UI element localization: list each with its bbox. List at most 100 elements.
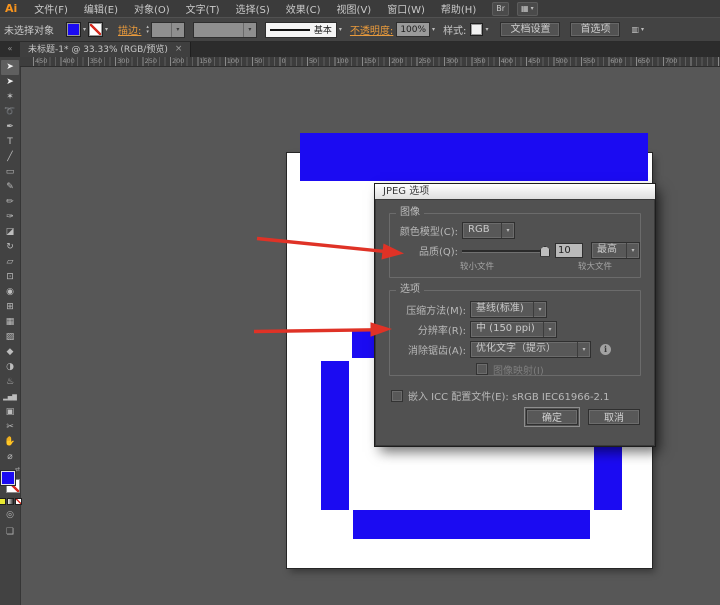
resolution-row: 分辨率(R): 中 (150 ppi) ▾ [390, 319, 640, 339]
type-tool[interactable]: T [1, 135, 19, 150]
blob-brush-tool[interactable]: ✑ [1, 210, 19, 225]
pen-tool[interactable]: ✒ [1, 120, 19, 135]
slider-thumb[interactable] [540, 246, 550, 257]
artboard-tool[interactable]: ▣ [1, 405, 19, 420]
quality-slider[interactable] [462, 243, 550, 258]
stroke-weight-stepper[interactable]: ▴▾ [146, 25, 149, 35]
panel-collapse-icon[interactable]: « [0, 40, 20, 57]
chevron-down-icon[interactable]: ▾ [543, 322, 556, 337]
chevron-down-icon: ▾ [531, 5, 534, 12]
line-segment-tool[interactable]: ╱ [1, 150, 19, 165]
menu-object[interactable]: 对象(O) [126, 1, 178, 16]
chevron-down-icon[interactable]: ▾ [430, 26, 437, 33]
fill-swatch-blue[interactable] [1, 471, 15, 485]
menu-window[interactable]: 窗口(W) [379, 1, 433, 16]
menu-type[interactable]: 文字(T) [178, 1, 228, 16]
chevron-down-icon[interactable]: ▾ [337, 26, 344, 33]
imagemap-checkbox[interactable] [476, 363, 488, 375]
chevron-down-icon[interactable]: ▾ [171, 23, 184, 37]
direct-selection-tool[interactable]: ➤ [1, 75, 19, 90]
info-icon[interactable]: i [600, 344, 611, 355]
stroke-color-swatch[interactable] [88, 22, 103, 37]
stroke-weight-label[interactable]: 描边: [118, 22, 141, 37]
lasso-tool[interactable]: ➰ [1, 105, 19, 120]
selection-tool[interactable]: ➤ [1, 60, 19, 75]
workspace-switcher-icon[interactable]: ▦▾ [517, 2, 538, 16]
imagemap-row: 图像映射(I) [390, 359, 640, 379]
chevron-down-icon[interactable]: ▾ [81, 26, 88, 33]
chevron-down-icon[interactable]: ▾ [626, 243, 639, 258]
ruler-label: 350 [88, 57, 115, 65]
slice-tool[interactable]: ✂ [1, 420, 19, 435]
artwork-rect-top[interactable] [300, 133, 648, 181]
variable-width-combo[interactable]: ▾ [193, 22, 257, 38]
rotate-tool[interactable]: ↻ [1, 240, 19, 255]
close-icon[interactable]: × [175, 44, 183, 54]
artwork-rect-left[interactable] [321, 361, 349, 510]
magic-wand-tool[interactable]: ✶ [1, 90, 19, 105]
none-button[interactable] [15, 498, 22, 505]
document-setup-button[interactable]: 文档设置 [500, 22, 560, 37]
rectangle-tool[interactable]: ▭ [1, 165, 19, 180]
paintbrush-tool[interactable]: ✎ [1, 180, 19, 195]
menu-select[interactable]: 选择(S) [228, 1, 278, 16]
antialias-dropdown[interactable]: 优化文字（提示） ▾ [470, 341, 591, 358]
stroke-weight-combo[interactable]: ▾ [151, 22, 185, 38]
scale-tool[interactable]: ▱ [1, 255, 19, 270]
swap-fill-stroke-icon[interactable]: ⇄ [15, 466, 20, 473]
symbol-sprayer-tool[interactable]: ♨ [1, 375, 19, 390]
menu-edit[interactable]: 编辑(E) [76, 1, 126, 16]
eyedropper-tool[interactable]: ◆ [1, 345, 19, 360]
free-transform-tool[interactable]: ⊡ [1, 270, 19, 285]
chevron-down-icon[interactable]: ▾ [483, 26, 490, 33]
panel-options-icon[interactable]: ▥▾ [628, 24, 647, 36]
quality-value-input[interactable] [555, 243, 583, 258]
chevron-down-icon[interactable]: ▾ [103, 26, 110, 33]
fill-color-swatch[interactable] [66, 22, 81, 37]
perspective-grid-tool[interactable]: ⊞ [1, 300, 19, 315]
stepper-down-icon[interactable]: ▾ [146, 30, 149, 35]
ok-button[interactable]: 确定 [526, 409, 578, 425]
gradient-button[interactable] [7, 498, 14, 505]
chevron-down-icon[interactable]: ▾ [501, 223, 514, 238]
cancel-button[interactable]: 取消 [588, 409, 640, 425]
resolution-dropdown[interactable]: 中 (150 ppi) ▾ [470, 321, 557, 338]
document-tab[interactable]: 未标题-1* @ 33.33% (RGB/预览) × [20, 40, 191, 57]
color-button[interactable] [0, 498, 6, 505]
screen-mode-icon[interactable]: ❏ [1, 525, 19, 539]
slider-track[interactable] [462, 250, 548, 253]
menu-effect[interactable]: 效果(C) [278, 1, 329, 16]
bridge-icon[interactable]: Br [492, 2, 509, 16]
shape-builder-tool[interactable]: ◉ [1, 285, 19, 300]
artwork-rect-bottom[interactable] [353, 510, 590, 539]
chevron-down-icon[interactable]: ▾ [243, 23, 256, 37]
opacity-value[interactable]: 100% [396, 22, 430, 37]
image-group: 图像 颜色模型(C): RGB ▾ 品质(Q): [389, 213, 641, 278]
drawing-mode-icon[interactable]: ◎ [1, 508, 19, 522]
opacity-label[interactable]: 不透明度: [350, 22, 393, 37]
chevron-down-icon[interactable]: ▾ [533, 302, 546, 317]
antialias-row: 消除锯齿(A): 优化文字（提示） ▾ i [390, 339, 640, 359]
column-graph-tool[interactable]: ▂▅▇ [1, 390, 19, 405]
menu-help[interactable]: 帮助(H) [433, 1, 484, 16]
menu-file[interactable]: 文件(F) [26, 1, 76, 16]
graphic-style-swatch[interactable] [470, 23, 483, 36]
eraser-tool[interactable]: ◪ [1, 225, 19, 240]
pencil-tool[interactable]: ✏ [1, 195, 19, 210]
preferences-button[interactable]: 首选项 [570, 22, 620, 37]
brush-definition-preview[interactable]: 基本 [265, 22, 337, 38]
menu-view[interactable]: 视图(V) [329, 1, 380, 16]
gradient-tool[interactable]: ▨ [1, 330, 19, 345]
artwork-rect-right[interactable] [594, 446, 622, 510]
color-model-dropdown[interactable]: RGB ▾ [462, 222, 515, 239]
chevron-down-icon[interactable]: ▾ [577, 342, 590, 357]
fill-stroke-indicator: ⇄ [0, 469, 20, 495]
mesh-tool[interactable]: ▦ [1, 315, 19, 330]
compression-dropdown[interactable]: 基线(标准) ▾ [470, 301, 547, 318]
icc-checkbox[interactable] [391, 390, 403, 402]
quality-level-dropdown[interactable]: 最高 ▾ [591, 242, 640, 259]
chevron-down-icon: ▾ [641, 26, 644, 33]
zoom-tool[interactable]: ⌀ [1, 450, 19, 465]
hand-tool[interactable]: ✋ [1, 435, 19, 450]
blend-tool[interactable]: ◑ [1, 360, 19, 375]
